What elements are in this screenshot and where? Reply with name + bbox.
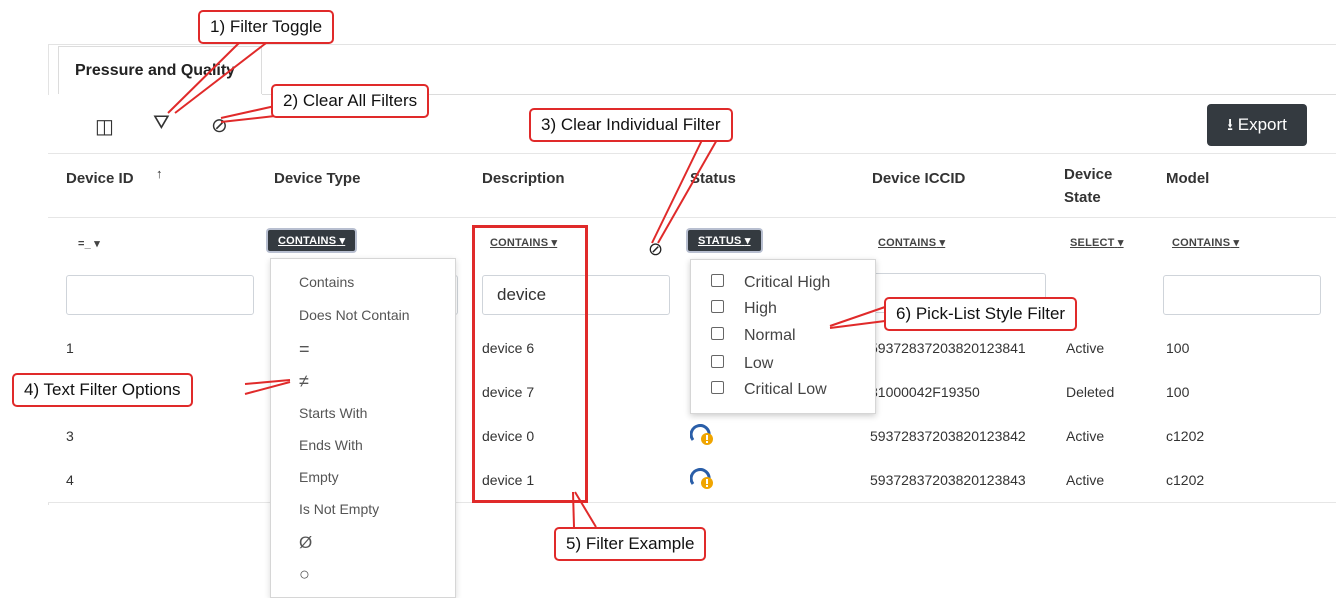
callout-filter-toggle: 1) Filter Toggle bbox=[198, 10, 335, 44]
callout-text-filter-options: 4) Text Filter Options bbox=[12, 373, 193, 407]
callout-clear-individual-filter: 3) Clear Individual Filter bbox=[529, 108, 733, 142]
callout-filter-example: 5) Filter Example bbox=[554, 527, 707, 561]
callout-clear-all-filters: 2) Clear All Filters bbox=[271, 84, 430, 118]
callout-pick-list-style-filter: 6) Pick-List Style Filter bbox=[884, 297, 1078, 331]
callout-leader-lines bbox=[167, 39, 886, 528]
